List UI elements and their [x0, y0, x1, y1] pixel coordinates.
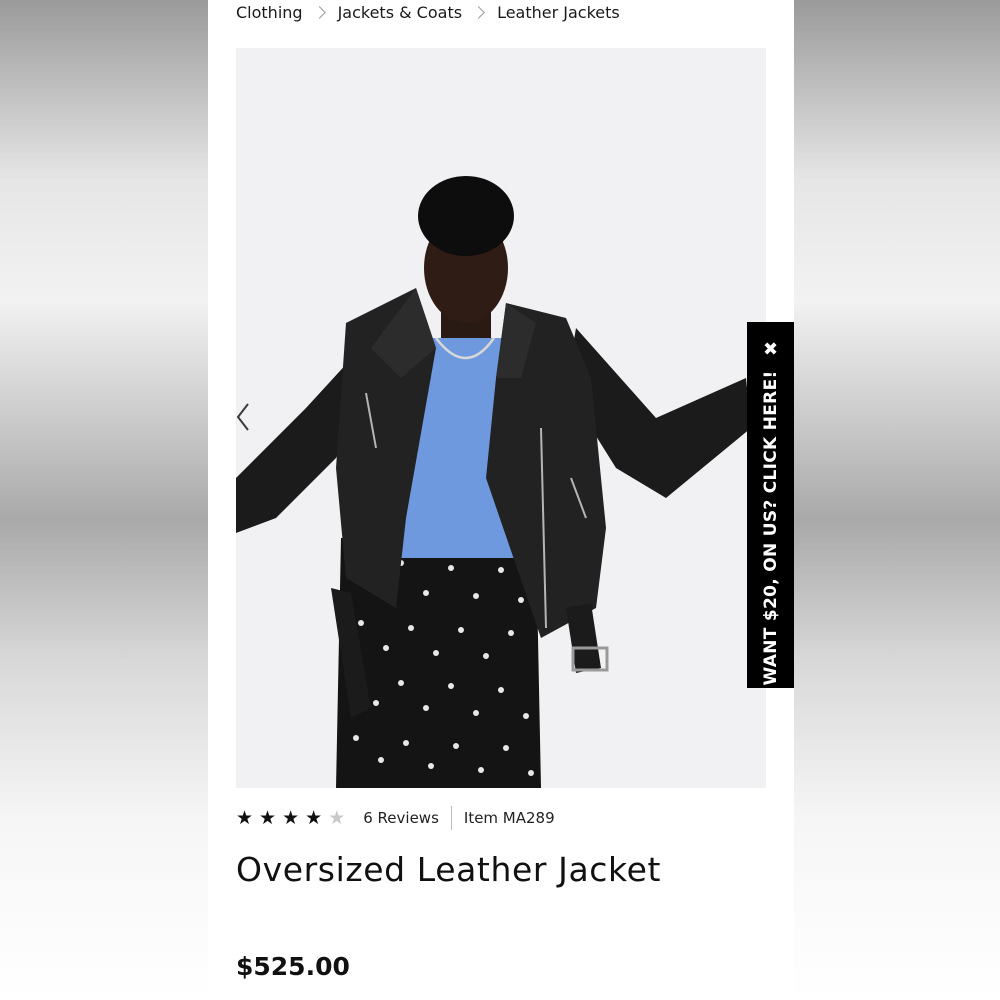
breadcrumb-leather-jackets[interactable]: Leather Jackets: [497, 3, 620, 22]
star-icon: ★: [259, 806, 277, 829]
chevron-left-icon[interactable]: [236, 400, 252, 434]
product-title: Oversized Leather Jacket: [236, 850, 662, 889]
background-right: [794, 0, 1000, 1000]
chevron-right-icon: [472, 5, 485, 19]
promo-tab[interactable]: ✖ WANT $20, ON US? CLICK HERE!: [747, 322, 794, 688]
product-page: Clothing Jackets & Coats Leather Jackets: [208, 0, 794, 1000]
product-price: $525.00: [236, 952, 350, 981]
breadcrumb: Clothing Jackets & Coats Leather Jackets: [236, 0, 620, 24]
model-photo: [236, 48, 766, 788]
promo-text[interactable]: WANT $20, ON US? CLICK HERE!: [757, 370, 784, 685]
star-icon: ★: [236, 806, 254, 829]
product-image[interactable]: [236, 48, 766, 788]
background-left: [0, 0, 208, 1000]
star-icon: ★: [282, 806, 300, 829]
star-rating: ★ ★ ★ ★ ★: [236, 806, 346, 829]
divider: [450, 806, 452, 830]
breadcrumb-clothing[interactable]: Clothing: [236, 3, 303, 22]
star-icon: ★: [328, 806, 346, 829]
star-icon: ★: [305, 806, 323, 829]
close-icon[interactable]: ✖: [747, 338, 794, 360]
chevron-right-icon: [312, 5, 326, 19]
item-number: Item MA289: [463, 809, 555, 827]
breadcrumb-jackets-coats[interactable]: Jackets & Coats: [338, 3, 463, 22]
rating-row: ★ ★ ★ ★ ★ 6 Reviews Item MA289: [236, 805, 555, 831]
reviews-link[interactable]: 6 Reviews: [363, 809, 439, 827]
